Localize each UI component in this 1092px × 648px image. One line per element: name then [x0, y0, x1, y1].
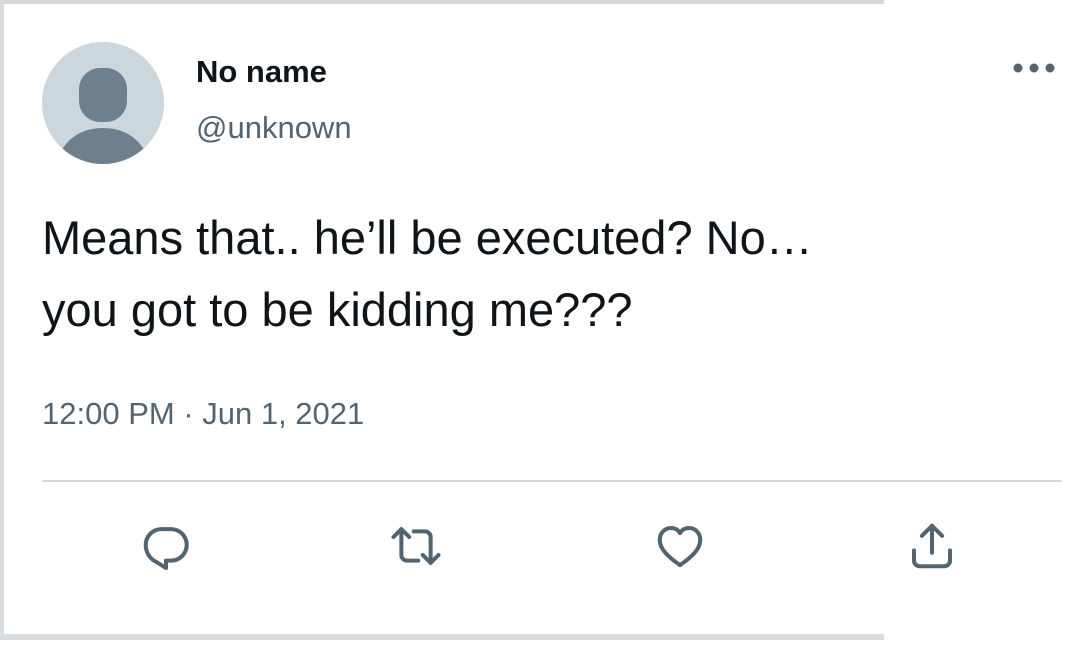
- frame-border-bottom: [0, 634, 884, 640]
- more-options-button[interactable]: [1006, 54, 1062, 82]
- retweet-button[interactable]: [386, 516, 446, 576]
- share-icon: [911, 523, 953, 569]
- reply-button[interactable]: [136, 516, 196, 576]
- divider: [42, 480, 1062, 482]
- reply-icon: [143, 527, 189, 571]
- tweet-card: No name @unknown Means that.. he’ll be e…: [4, 4, 1092, 634]
- retweet-icon: [391, 527, 441, 565]
- share-button[interactable]: [902, 516, 962, 576]
- like-button[interactable]: [650, 516, 710, 576]
- default-avatar-icon: [42, 42, 164, 164]
- more-options-icon: [1013, 63, 1055, 73]
- tweet-timestamp[interactable]: 12:00 PM · Jun 1, 2021: [42, 396, 364, 432]
- tweet-text: Means that.. he’ll be executed? No… you …: [42, 211, 813, 336]
- author-handle[interactable]: @unknown: [196, 110, 352, 146]
- heart-icon: [657, 525, 703, 568]
- author-display-name[interactable]: No name: [196, 54, 327, 90]
- avatar[interactable]: [42, 42, 164, 164]
